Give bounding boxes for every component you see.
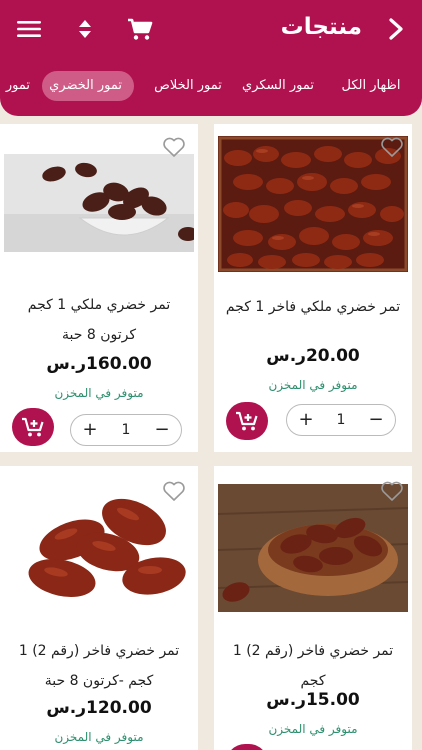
heart-icon[interactable] [162, 480, 186, 502]
heart-icon[interactable] [380, 136, 404, 158]
product-card[interactable]: تمر خضري ملكي فاخر 1 كجم 20.00ر.س متوفر … [214, 124, 412, 452]
increase-button[interactable]: + [291, 405, 321, 435]
product-name[interactable]: تمر خضري فاخر (رقم 2) 1 كجم -كرتون 8 حبة [8, 636, 190, 696]
page-title: منتجات [280, 14, 362, 40]
sort-icon [79, 20, 91, 38]
tab-khudri[interactable]: تمور الخضري [42, 71, 134, 101]
top-bar: منتجات [0, 0, 422, 58]
product-card[interactable]: تمر خضري فاخر (رقم 2) 1 كجم 15.00ر.س متو… [214, 466, 412, 750]
product-price: 160.00ر.س [46, 354, 152, 374]
product-image[interactable] [218, 484, 408, 612]
stock-status: متوفر في المخزن [268, 722, 358, 736]
heart-icon[interactable] [380, 480, 404, 502]
menu-button[interactable] [14, 16, 44, 42]
category-tabs: اظهار الكل تمور السكري تمور الخلاص تمور … [0, 58, 422, 116]
product-price: 20.00ر.س [266, 346, 360, 366]
product-price: 120.00ر.س [46, 698, 152, 718]
product-name[interactable]: تمر خضري فاخر (رقم 2) 1 كجم [222, 636, 404, 696]
increase-button[interactable]: + [75, 415, 105, 445]
add-to-cart-button[interactable] [12, 408, 54, 446]
stock-status: متوفر في المخزن [54, 386, 144, 400]
dates-wooden-bowl-image [218, 484, 408, 612]
sort-button[interactable] [72, 14, 98, 44]
decrease-button[interactable]: − [147, 415, 177, 445]
chevron-right-icon [389, 18, 403, 40]
add-to-cart-icon [22, 417, 44, 437]
heart-icon[interactable] [162, 136, 186, 158]
back-button[interactable] [382, 14, 410, 44]
add-to-cart-button[interactable] [226, 744, 268, 750]
product-card[interactable]: تمر خضري ملكي 1 كجم كرتون 8 حبة 160.00ر.… [0, 124, 198, 452]
tab-khalas[interactable]: تمور الخلاص [150, 71, 226, 101]
hamburger-menu-icon [17, 21, 41, 37]
stock-status: متوفر في المخزن [268, 378, 358, 392]
add-to-cart-icon [236, 411, 258, 431]
quantity-stepper: 1 + − [70, 414, 182, 446]
dates-bowl-image [4, 154, 194, 252]
tab-show-all[interactable]: اظهار الكل [328, 71, 414, 101]
product-name[interactable]: تمر خضري ملكي 1 كجم كرتون 8 حبة [8, 290, 190, 350]
decrease-button[interactable]: − [361, 405, 391, 435]
product-name[interactable]: تمر خضري ملكي فاخر 1 كجم [222, 292, 404, 322]
tab-more[interactable]: تمور [0, 71, 30, 101]
dates-closeup-image [4, 494, 194, 612]
tab-sukkari[interactable]: تمور السكري [242, 71, 314, 101]
product-card[interactable]: تمر خضري فاخر (رقم 2) 1 كجم -كرتون 8 حبة… [0, 466, 198, 750]
app-screen: منتجات اظهار الكل تمور السكري تمور الخلا… [0, 0, 422, 750]
cart-icon [128, 18, 153, 40]
product-image[interactable] [4, 154, 194, 252]
product-image[interactable] [4, 494, 194, 612]
cart-button[interactable] [124, 14, 156, 44]
stock-status: متوفر في المخزن [54, 730, 144, 744]
add-to-cart-button[interactable] [226, 402, 268, 440]
product-price: 15.00ر.س [266, 690, 360, 710]
quantity-stepper: 1 + − [286, 404, 396, 436]
